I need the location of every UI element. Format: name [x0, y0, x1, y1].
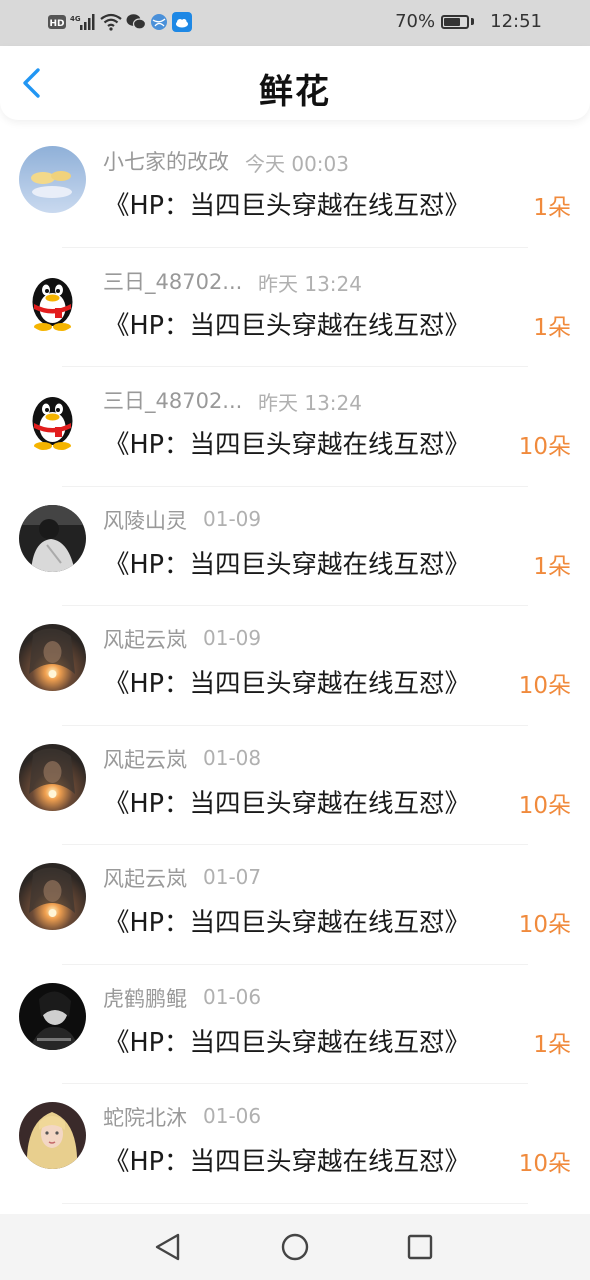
book-title[interactable]: 《HP：当四巨头穿越在线互怼》: [104, 902, 470, 939]
page-title: 鲜花: [259, 72, 331, 112]
list-item-2[interactable]: 三日_48702... 昨天 13:24 《HP：当四巨头穿越在线互怼》 1朵: [0, 248, 590, 367]
status-bar: HD 4G 70% 12:51: [0, 0, 590, 46]
square-recents-icon: [407, 1234, 433, 1260]
timestamp: 01-08: [203, 745, 262, 770]
wifi-icon: [100, 13, 122, 31]
flower-count: 10朵: [518, 1151, 571, 1177]
list-item-8[interactable]: 虎鹤鹏鲲 01-06 《HP：当四巨头穿越在线互怼》 1朵: [0, 965, 590, 1084]
user-name[interactable]: 小七家的改改: [103, 146, 229, 176]
svg-text:4G: 4G: [70, 15, 81, 23]
penguin-avatar[interactable]: [19, 385, 86, 452]
user-name[interactable]: 虎鹤鹏鲲: [103, 983, 187, 1013]
glow-avatar[interactable]: [19, 624, 86, 691]
book-title[interactable]: 《HP：当四巨头穿越在线互怼》: [104, 544, 470, 581]
system-nav-bar: [0, 1214, 590, 1280]
flower-count: 10朵: [518, 434, 571, 460]
cloud-avatar[interactable]: [19, 146, 86, 213]
user-name[interactable]: 风起云岚: [103, 744, 187, 774]
list-item-7[interactable]: 风起云岚 01-07 《HP：当四巨头穿越在线互怼》 10朵: [0, 845, 590, 965]
book-title[interactable]: 《HP：当四巨头穿越在线互怼》: [104, 663, 470, 700]
timestamp: 01-07: [203, 865, 262, 889]
flower-count: 10朵: [518, 673, 571, 699]
list-item-1[interactable]: 小七家的改改 今天 00:03 《HP：当四巨头穿越在线互怼》 1朵: [0, 128, 590, 248]
circle-home-icon: [281, 1233, 309, 1261]
triangle-back-icon: [155, 1233, 180, 1261]
flower-list: 小七家的改改 今天 00:03 《HP：当四巨头穿越在线互怼》 1朵 三日_48…: [0, 128, 590, 1204]
timestamp: 01-06: [203, 1104, 262, 1128]
book-title[interactable]: 《HP：当四巨头穿越在线互怼》: [104, 1141, 470, 1178]
user-name[interactable]: 三日_48702...: [103, 266, 242, 296]
status-right: 70% 12:51: [395, 11, 542, 32]
person-avatar[interactable]: [19, 504, 86, 572]
book-title[interactable]: 《HP：当四巨头穿越在线互怼》: [104, 1022, 470, 1059]
timestamp: 昨天 13:24: [258, 391, 362, 415]
timestamp: 01-06: [203, 984, 262, 1009]
penguin-avatar[interactable]: [19, 265, 86, 333]
list-item-9[interactable]: 蛇院北沐 01-06 《HP：当四巨头穿越在线互怼》 10朵: [0, 1084, 590, 1204]
user-name[interactable]: 风陵山灵: [103, 505, 187, 535]
dark-portrait-avatar[interactable]: [19, 982, 86, 1050]
glow-avatar[interactable]: [19, 743, 86, 811]
timestamp: 01-09: [203, 506, 262, 531]
timestamp: 01-09: [203, 626, 262, 650]
battery-icon: [441, 14, 470, 29]
flower-count: 10朵: [518, 792, 571, 819]
list-item-4[interactable]: 风陵山灵 01-09 《HP：当四巨头穿越在线互怼》 1朵: [0, 487, 590, 606]
wechat-icon: [126, 14, 146, 30]
book-title[interactable]: 《HP：当四巨头穿越在线互怼》: [104, 305, 470, 342]
book-title[interactable]: 《HP：当四巨头穿越在线互怼》: [104, 783, 470, 820]
book-title[interactable]: 《HP：当四巨头穿越在线互怼》: [104, 185, 470, 222]
divider: [62, 1202, 528, 1204]
timestamp: 昨天 13:24: [258, 271, 362, 296]
glow-avatar[interactable]: [19, 863, 86, 930]
flower-count: 1朵: [533, 314, 571, 341]
svg-text:HD: HD: [49, 19, 64, 29]
blonde-avatar[interactable]: [19, 1102, 86, 1169]
signal-icon: 4G: [70, 14, 95, 30]
user-name[interactable]: 风起云岚: [103, 863, 187, 893]
status-icons: HD 4G: [48, 12, 192, 32]
header: 鲜花: [0, 46, 590, 120]
flower-count: 1朵: [533, 553, 571, 580]
nav-recents-button[interactable]: [400, 1227, 440, 1267]
flower-count: 10朵: [518, 912, 571, 938]
flower-count: 1朵: [533, 1031, 571, 1058]
book-title[interactable]: 《HP：当四巨头穿越在线互怼》: [104, 424, 470, 461]
list-item-5[interactable]: 风起云岚 01-09 《HP：当四巨头穿越在线互怼》 10朵: [0, 606, 590, 726]
battery-level: [444, 17, 460, 26]
weather-icon: [172, 12, 192, 32]
nav-home-button[interactable]: [275, 1227, 315, 1267]
user-name[interactable]: 蛇院北沐: [103, 1102, 187, 1132]
timestamp: 今天 00:03: [245, 152, 349, 176]
list-item-3[interactable]: 三日_48702... 昨天 13:24 《HP：当四巨头穿越在线互怼》 10朵: [0, 367, 590, 487]
hd-icon: HD: [48, 15, 66, 29]
user-name[interactable]: 三日_48702...: [103, 385, 242, 415]
battery-percent: 70%: [395, 11, 436, 32]
flower-count: 1朵: [533, 195, 571, 221]
user-name[interactable]: 风起云岚: [103, 624, 187, 654]
battery-tip: [471, 18, 475, 25]
browser-icon: [151, 14, 167, 30]
nav-back-button[interactable]: [148, 1227, 188, 1267]
clock: 12:51: [490, 11, 542, 32]
list-item-6[interactable]: 风起云岚 01-08 《HP：当四巨头穿越在线互怼》 10朵: [0, 726, 590, 845]
